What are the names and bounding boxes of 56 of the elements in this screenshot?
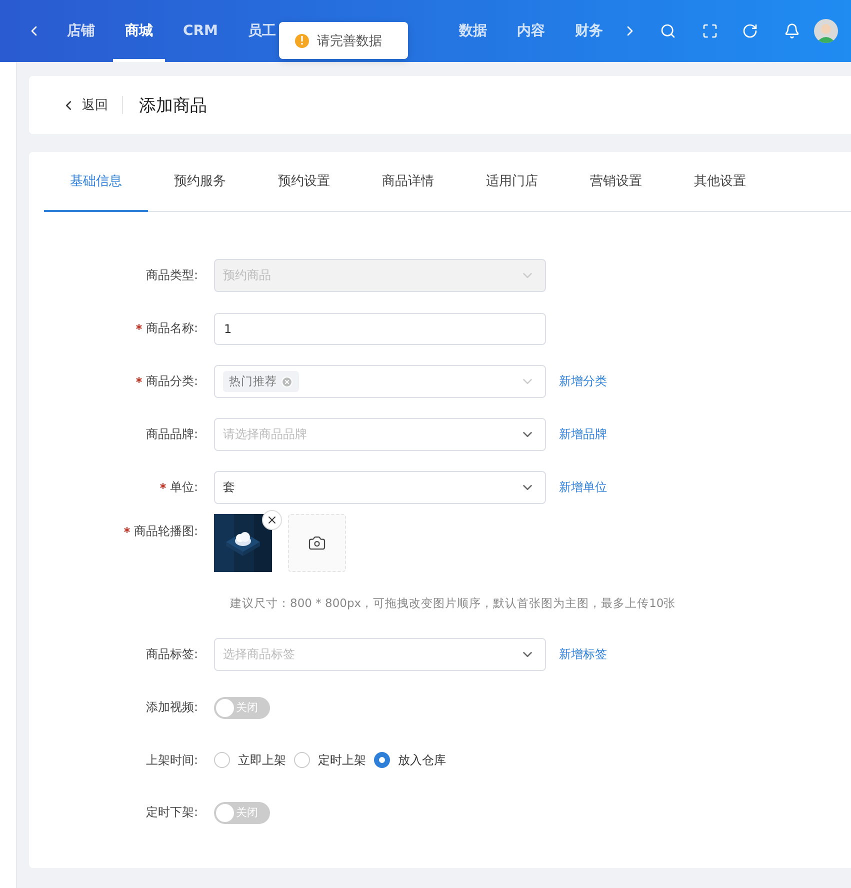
nav-tab[interactable]: 商城	[113, 0, 165, 62]
required-icon	[136, 324, 142, 330]
required-icon	[124, 527, 130, 533]
radio-option[interactable]: 放入仓库	[374, 752, 446, 768]
search-icon[interactable]	[660, 23, 676, 39]
bell-icon[interactable]	[784, 23, 800, 39]
camera-icon	[308, 534, 326, 552]
back-button[interactable]: 返回	[61, 96, 123, 114]
name-input[interactable]: 1	[214, 312, 546, 344]
add-link[interactable]: 新增标签	[559, 646, 607, 663]
radio-option[interactable]: 立即上架	[214, 752, 286, 768]
field-label: 商品品牌:	[144, 426, 199, 443]
radio-label: 立即上架	[238, 752, 286, 768]
field-label: 商品轮播图:	[44, 514, 214, 540]
field-label: 单位:	[44, 479, 214, 496]
select-field[interactable]: 热门推荐	[214, 365, 546, 398]
nav-tab[interactable]: 员工	[236, 0, 288, 62]
radio-label: 放入仓库	[398, 752, 446, 768]
radio-label: 定时上架	[318, 752, 366, 768]
tab[interactable]: 商品详情	[356, 152, 460, 212]
field-label: 上架时间:	[144, 752, 199, 768]
nav-tab[interactable]: CRM	[171, 0, 230, 62]
add-link[interactable]: 新增品牌	[559, 426, 607, 443]
close-icon[interactable]	[262, 510, 282, 530]
add-link[interactable]: 新增单位	[559, 479, 607, 496]
fullscreen-icon[interactable]	[702, 23, 718, 39]
warning-icon	[295, 34, 309, 48]
select-field[interactable]: 套	[214, 471, 546, 504]
tab[interactable]: 营销设置	[564, 152, 668, 212]
tab[interactable]: 其他设置	[668, 152, 772, 212]
field-label: 添加视频:	[144, 699, 199, 716]
nav-tab[interactable]: 财务	[563, 0, 615, 62]
field-label: 商品类型:	[144, 267, 199, 284]
refresh-icon[interactable]	[742, 23, 758, 39]
required-icon	[160, 483, 166, 489]
hint-text: 建议尺寸：800 * 800px，可拖拽改变图片顺序，默认首张图为主图，最多上传10张	[230, 594, 677, 612]
nav-tab[interactable]: 数据	[447, 0, 499, 62]
field-label: 定时下架:	[144, 804, 199, 821]
upload-button[interactable]	[288, 514, 346, 572]
toast-message: 请完善数据	[317, 32, 382, 50]
page-title: 添加商品	[139, 94, 207, 116]
field-label: 商品分类:	[44, 373, 214, 390]
required-icon	[136, 377, 142, 383]
field-label: 商品标签:	[144, 646, 199, 663]
nav-tab[interactable]: 店铺	[55, 0, 107, 62]
tab[interactable]: 预约设置	[252, 152, 356, 212]
nav-tab[interactable]: 内容	[505, 0, 557, 62]
avatar[interactable]	[814, 19, 838, 43]
tab[interactable]: 适用门店	[460, 152, 564, 212]
remove-icon[interactable]	[281, 376, 293, 388]
radio-option[interactable]: 定时上架	[294, 752, 366, 768]
tag: 热门推荐	[223, 371, 299, 392]
tab[interactable]: 预约服务	[148, 152, 252, 212]
add-link[interactable]: 新增分类	[559, 373, 607, 390]
tab[interactable]: 基础信息	[44, 152, 148, 212]
field-label: 商品名称:	[44, 320, 214, 337]
